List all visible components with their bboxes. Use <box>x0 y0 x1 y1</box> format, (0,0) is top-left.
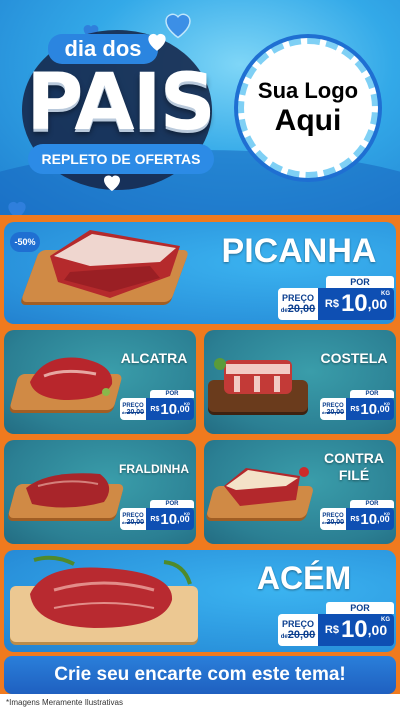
por-label: POR <box>350 500 394 508</box>
product-card-contra-file: CONTRA FILÉ POR PREÇO de20,00 R$ 10 ,00 … <box>204 440 396 544</box>
logo-line1: Sua Logo <box>257 78 359 103</box>
old-price: PREÇO de20,00 <box>278 288 318 320</box>
cta-banner[interactable]: Crie seu encarte com este tema! <box>4 656 396 694</box>
price-integer: 10 <box>360 510 378 528</box>
title-main: PAIS <box>26 58 216 148</box>
price-integer: 10 <box>160 400 178 418</box>
price-tag: POR PREÇO de20,00 R$ 10 ,00 KG <box>278 602 394 646</box>
por-label: POR <box>150 500 194 508</box>
currency: R$ <box>324 624 339 636</box>
old-value: 20,00 <box>126 408 145 416</box>
alcatra-meat-image <box>30 357 113 400</box>
por-label: POR <box>326 276 394 288</box>
product-card-costela: COSTELA POR PREÇO de20,00 R$ 10 ,00 KG <box>204 330 396 434</box>
product-card-acem: ACÉM POR PREÇO de20,00 R$ 10 ,00 KG <box>4 550 396 652</box>
price-integer: 10 <box>360 400 378 418</box>
unit: KG <box>381 617 390 623</box>
new-price: R$ 10 ,00 KG <box>146 398 194 420</box>
product-name: FRALDINHA <box>119 462 189 476</box>
preco-label: PREÇO <box>281 619 314 629</box>
currency: R$ <box>150 515 160 523</box>
logo-line2: Aqui <box>274 104 342 137</box>
currency: R$ <box>150 405 160 413</box>
old-price: PREÇO de20,00 <box>320 398 346 420</box>
price-tag: POR PREÇO de20,00 R$ 10 ,00 KG <box>320 390 394 420</box>
price-integer: 10 <box>340 290 368 317</box>
price-tag: POR PREÇO de20,00 R$ 10 ,00 KG <box>320 500 394 530</box>
costela-meat-image <box>214 358 292 394</box>
discount-badge: -50% <box>10 232 40 252</box>
price-tag: POR PREÇO de20,00 R$ 10 ,00 KG <box>120 500 194 530</box>
old-value: 20,00 <box>287 629 316 641</box>
contra-file-meat-image <box>224 467 309 506</box>
por-label: POR <box>350 390 394 398</box>
product-name: PICANHA <box>221 232 377 270</box>
old-prefix: de <box>280 308 288 314</box>
unit: KG <box>384 401 390 406</box>
product-name-line1: CONTRA <box>324 450 384 466</box>
campaign-title: dia dos PAIS REPLETO DE OFERTAS <box>20 30 220 200</box>
product-card-picanha: PICANHA POR PREÇO de20,00 R$ 10 ,00 KG <box>4 222 396 324</box>
price-tag: POR PREÇO de20,00 R$ 10 ,00 KG <box>120 390 194 420</box>
product-name: ALCATRA <box>120 350 188 366</box>
new-price: R$ 10 ,00 KG <box>318 288 394 320</box>
new-price: R$ 10 ,00 KG <box>318 614 394 646</box>
price-decimal: ,00 <box>367 622 388 638</box>
picanha-meat-image <box>50 230 180 298</box>
heart-icon <box>144 28 170 54</box>
old-prefix: de <box>280 634 288 640</box>
product-card-alcatra: ALCATRA POR PREÇO de20,00 R$ 10 ,00 KG <box>4 330 196 434</box>
new-price: R$ 10 ,00 KG <box>346 398 394 420</box>
logo-placeholder: Sua Logo Aqui <box>238 38 378 178</box>
old-value: 20,00 <box>126 518 145 526</box>
new-price: R$ 10 ,00 KG <box>346 508 394 530</box>
old-value: 20,00 <box>326 408 345 416</box>
currency: R$ <box>324 298 339 310</box>
currency: R$ <box>350 405 360 413</box>
price-tag: POR PREÇO de20,00 R$ 10 ,00 KG <box>278 276 394 320</box>
old-price: PREÇO de20,00 <box>120 508 146 530</box>
price-integer: 10 <box>340 616 368 643</box>
header-banner: dia dos PAIS REPLETO DE OFERTAS Sua Logo… <box>0 0 400 215</box>
old-price: PREÇO de20,00 <box>120 398 146 420</box>
disclaimer: *Imagens Meramente Ilustrativas <box>0 694 400 711</box>
unit: KG <box>184 511 190 516</box>
new-price: R$ 10 ,00 KG <box>146 508 194 530</box>
acem-meat-image <box>30 555 192 628</box>
por-label: POR <box>326 602 394 614</box>
preco-label: PREÇO <box>281 293 314 303</box>
product-name: CONTRA FILÉ <box>314 450 394 484</box>
fraldinha-meat-image <box>26 473 110 508</box>
old-price: PREÇO de20,00 <box>320 508 346 530</box>
old-price: PREÇO de20,00 <box>278 614 318 646</box>
old-value: 20,00 <box>326 518 345 526</box>
product-card-fraldinha: FRALDINHA POR PREÇO de20,00 R$ 10 ,00 KG <box>4 440 196 544</box>
price-decimal: ,00 <box>367 296 388 312</box>
unit: KG <box>384 511 390 516</box>
price-integer: 10 <box>160 510 178 528</box>
product-name: COSTELA <box>320 350 388 366</box>
product-name-line2: FILÉ <box>338 467 370 483</box>
product-name: ACÉM <box>256 560 352 596</box>
unit: KG <box>381 291 390 297</box>
old-value: 20,00 <box>287 303 316 315</box>
currency: R$ <box>350 515 360 523</box>
heart-icon <box>100 170 124 194</box>
por-label: POR <box>150 390 194 398</box>
unit: KG <box>184 401 190 406</box>
